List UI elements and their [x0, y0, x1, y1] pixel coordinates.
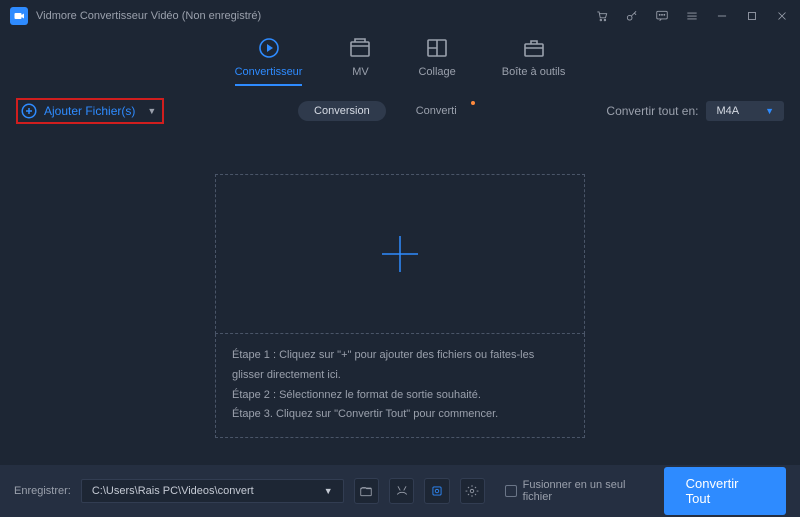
- step-1: Étape 1 : Cliquez sur "+" pour ajouter d…: [232, 346, 568, 386]
- tab-label: Convertisseur: [235, 66, 303, 78]
- merge-checkbox[interactable]: Fusionner en un seul fichier: [505, 479, 654, 503]
- merge-label: Fusionner en un seul fichier: [523, 479, 654, 503]
- segment-converted[interactable]: Converti: [400, 101, 473, 121]
- chevron-down-icon: ▼: [765, 106, 774, 116]
- mv-icon: [348, 36, 372, 60]
- segment-conversion[interactable]: Conversion: [298, 101, 386, 121]
- add-files-label: Ajouter Fichier(s): [44, 104, 135, 118]
- conversion-segment: Conversion Converti: [298, 101, 473, 121]
- tab-toolbox[interactable]: Boîte à outils: [502, 36, 566, 86]
- checkbox-icon: [505, 485, 517, 497]
- plus-circle-icon: [20, 102, 38, 120]
- format-value: M4A: [716, 105, 739, 117]
- gpu-accel-button[interactable]: [424, 478, 449, 504]
- convert-all-button[interactable]: Convertir Tout: [664, 467, 786, 515]
- converter-icon: [257, 36, 281, 60]
- step-3: Étape 3. Cliquez sur "Convertir Tout" po…: [232, 405, 568, 425]
- key-icon[interactable]: [624, 8, 640, 24]
- output-path: C:\Users\Rais PC\Videos\convert: [92, 485, 254, 497]
- notification-dot: [471, 101, 475, 105]
- add-files-button[interactable]: Ajouter Fichier(s) ▼: [20, 102, 156, 120]
- tab-label: Collage: [418, 66, 455, 78]
- minimize-icon[interactable]: [714, 8, 730, 24]
- add-files-highlight: Ajouter Fichier(s) ▼: [16, 98, 164, 124]
- plus-icon: [380, 234, 420, 274]
- drop-zone[interactable]: [215, 174, 585, 334]
- toolbox-icon: [522, 36, 546, 60]
- tab-mv[interactable]: MV: [348, 36, 372, 86]
- close-icon[interactable]: [774, 8, 790, 24]
- feedback-icon[interactable]: [654, 8, 670, 24]
- snapshot-button[interactable]: [389, 478, 414, 504]
- titlebar: Vidmore Convertisseur Vidéo (Non enregis…: [0, 0, 800, 32]
- chevron-down-icon: ▼: [147, 106, 156, 116]
- convert-all-label: Convertir tout en:: [606, 104, 698, 118]
- tab-converter[interactable]: Convertisseur: [235, 36, 303, 86]
- format-select[interactable]: M4A ▼: [706, 101, 784, 121]
- chevron-down-icon: ▼: [324, 486, 333, 496]
- tab-label: Boîte à outils: [502, 66, 566, 78]
- settings-button[interactable]: [460, 478, 485, 504]
- window-title: Vidmore Convertisseur Vidéo (Non enregis…: [36, 10, 594, 22]
- open-folder-button[interactable]: [354, 478, 379, 504]
- save-label: Enregistrer:: [14, 485, 71, 497]
- instructions: Étape 1 : Cliquez sur "+" pour ajouter d…: [215, 334, 585, 438]
- bottom-bar: Enregistrer: C:\Users\Rais PC\Videos\con…: [0, 465, 800, 517]
- app-logo: [10, 7, 28, 25]
- menu-icon[interactable]: [684, 8, 700, 24]
- tab-collage[interactable]: Collage: [418, 36, 455, 86]
- output-path-select[interactable]: C:\Users\Rais PC\Videos\convert ▼: [81, 479, 344, 503]
- convert-all-format: Convertir tout en: M4A ▼: [606, 101, 784, 121]
- tab-label: MV: [352, 66, 369, 78]
- collage-icon: [425, 36, 449, 60]
- step-2: Étape 2 : Sélectionnez le format de sort…: [232, 386, 568, 406]
- main-tabs: Convertisseur MV Collage Boîte à outils: [0, 32, 800, 86]
- cart-icon[interactable]: [594, 8, 610, 24]
- maximize-icon[interactable]: [744, 8, 760, 24]
- sub-toolbar: Ajouter Fichier(s) ▼ Conversion Converti…: [0, 86, 800, 134]
